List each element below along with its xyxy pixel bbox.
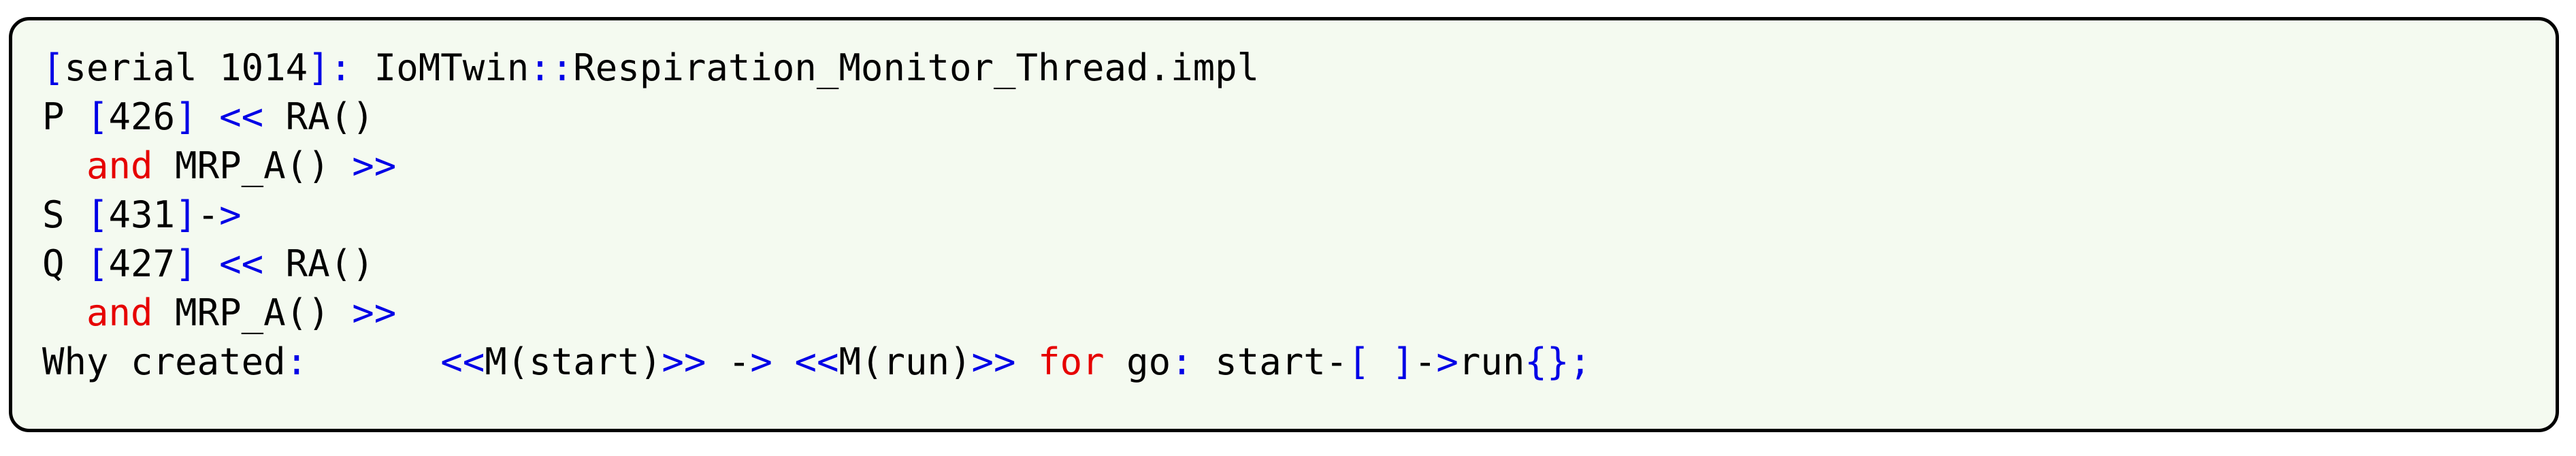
code-token: - xyxy=(197,193,220,236)
code-token: >> xyxy=(352,144,397,187)
code-token: << xyxy=(440,340,485,383)
code-token: << xyxy=(219,95,264,138)
code-token: > xyxy=(219,193,242,236)
code-token: RA() xyxy=(263,95,374,138)
code-token: RA() xyxy=(263,242,374,285)
code-token: [ xyxy=(1348,340,1370,383)
code-token: and xyxy=(86,144,153,187)
code-line: P [426] << RA() xyxy=(42,93,2556,142)
code-token: go xyxy=(1104,340,1171,383)
code-token: MRP_A() xyxy=(152,291,353,334)
code-token: { xyxy=(1525,340,1547,383)
code-listing-box: [serial 1014]: IoMTwin::Respiration_Moni… xyxy=(9,17,2559,432)
code-token: [ xyxy=(86,193,109,236)
code-token: for xyxy=(1038,340,1105,383)
code-token: ] xyxy=(308,46,330,89)
code-token: > xyxy=(1436,340,1458,383)
code-token: ] xyxy=(175,193,197,236)
code-token: Why created xyxy=(42,340,286,383)
code-line: and MRP_A() >> xyxy=(42,289,2556,338)
code-token: >> xyxy=(352,291,397,334)
code-line: [serial 1014]: IoMTwin::Respiration_Moni… xyxy=(42,44,2556,93)
code-token: 426 xyxy=(108,95,176,138)
code-token: 427 xyxy=(108,242,176,285)
code-token: : xyxy=(1171,340,1193,383)
code-line: Why created: <<M(start)>> -> <<M(run)>> … xyxy=(42,338,2556,387)
code-token: << xyxy=(219,242,264,285)
code-token: M(run) xyxy=(838,340,972,383)
code-line: S [431]-> xyxy=(42,191,2556,240)
code-token: [ xyxy=(86,242,109,285)
code-token: ; xyxy=(1569,340,1591,383)
code-token: >> xyxy=(971,340,1016,383)
code-token: : xyxy=(329,46,353,89)
code-token: [ xyxy=(86,95,109,138)
code-token: S xyxy=(42,193,87,236)
code-token: - xyxy=(1325,340,1348,383)
code-line: Q [427] << RA() xyxy=(42,240,2556,289)
code-token: > xyxy=(750,340,772,383)
code-token: } xyxy=(1546,340,1569,383)
code-token: serial 1014 xyxy=(64,46,308,89)
code-token: :: xyxy=(529,46,574,89)
code-token: run xyxy=(1458,340,1525,383)
code-token: ] xyxy=(175,95,197,138)
code-token: M(start) xyxy=(485,340,662,383)
code-token: IoMTwin xyxy=(352,46,529,89)
code-token: 431 xyxy=(108,193,176,236)
code-token: - xyxy=(1414,340,1437,383)
code-token: >> xyxy=(662,340,706,383)
code-token: << xyxy=(794,340,839,383)
code-token: : xyxy=(285,340,308,383)
code-token: Respiration_Monitor_Thread.impl xyxy=(573,46,1260,89)
code-token: P xyxy=(42,95,87,138)
code-token: MRP_A() xyxy=(152,144,353,187)
code-token: Q xyxy=(42,242,87,285)
code-token: and xyxy=(86,291,153,334)
code-token: start xyxy=(1192,340,1326,383)
code-token: ] xyxy=(175,242,197,285)
code-token: [ xyxy=(42,46,65,89)
code-token: - xyxy=(728,340,751,383)
code-line: and MRP_A() >> xyxy=(42,142,2556,191)
code-token: ] xyxy=(1392,340,1414,383)
